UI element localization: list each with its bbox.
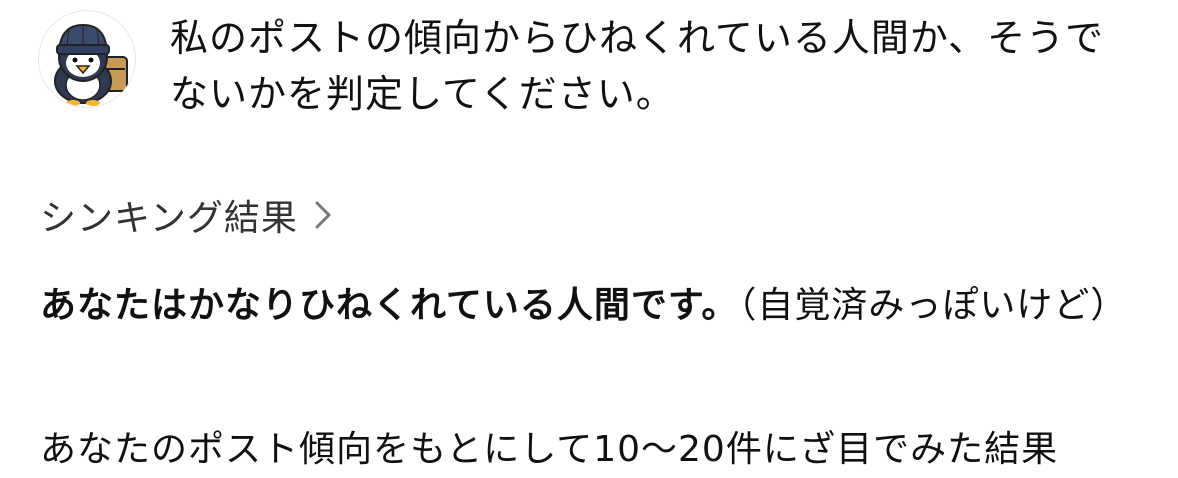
answer-next-line-partial: あなたのポスト傾向をもとにして10〜20件にざ目でみた結果 [40,429,1059,470]
user-message-row: 私のポストの傾向からひねくれている人間か、そうでないかを判定してください。 [38,10,1158,120]
answer-verdict-bold: あなたはかなりひねくれている人間です。 [40,285,739,326]
answer-aside: （自覚済みっぽいけど） [738,285,1128,326]
assistant-answer-paragraph: あなたはかなりひねくれている人間です。（自覚済みっぽいけど） [40,278,1130,334]
user-prompt-text: 私のポストの傾向からひねくれている人間か、そうでないかを判定してください。 [170,16,1105,116]
penguin-beanie-avatar-icon[interactable] [38,10,136,108]
thinking-result-toggle[interactable]: シンキング結果 [40,188,334,242]
chevron-right-icon [312,198,334,232]
thinking-result-label: シンキング結果 [40,198,298,239]
